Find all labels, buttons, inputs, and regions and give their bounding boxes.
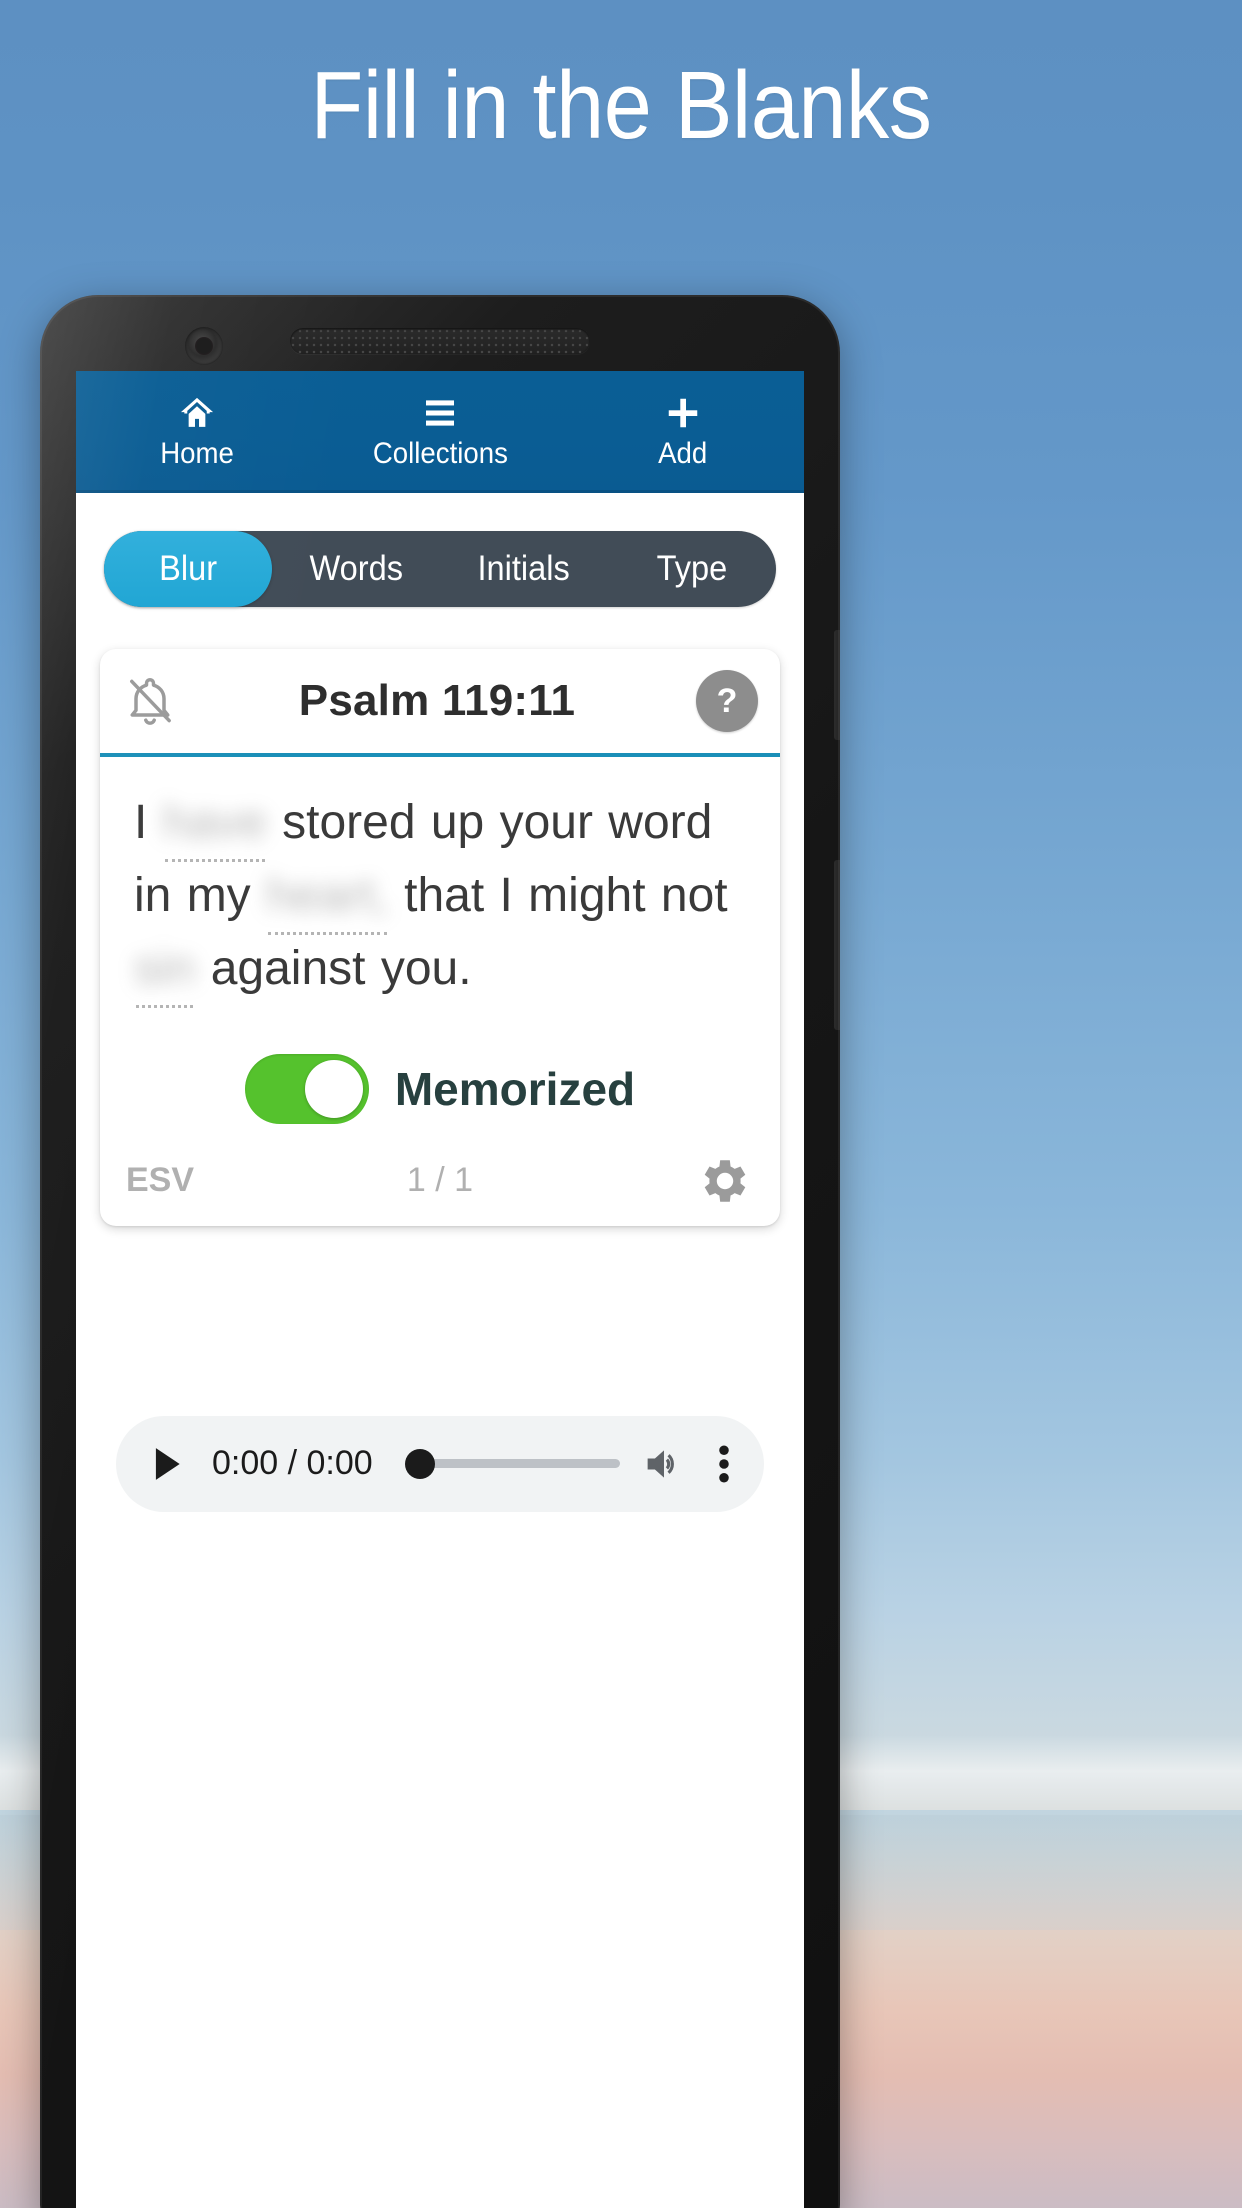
front-camera-icon xyxy=(185,327,223,365)
tab-words[interactable]: Words xyxy=(272,531,440,607)
nav-item-collections[interactable]: Collections xyxy=(319,395,562,469)
verse-card-header: Psalm 119:11 ? xyxy=(100,649,780,757)
verse-card: Psalm 119:11 ? I have stored up your wor… xyxy=(100,649,780,1226)
tab-type[interactable]: Type xyxy=(608,531,776,607)
tab-type-label: Type xyxy=(656,549,728,588)
mode-tabs: Blur Words Initials Type xyxy=(104,531,776,607)
list-icon xyxy=(423,395,457,431)
play-icon[interactable] xyxy=(144,1445,190,1483)
phone-mockup: Home Collections Add Blur Words Initials… xyxy=(40,295,840,2208)
verse-blank-1-value: have xyxy=(162,796,267,849)
audio-scrubber-thumb[interactable] xyxy=(404,1448,435,1479)
tab-words-label: Words xyxy=(309,549,403,588)
plus-icon xyxy=(665,395,701,431)
verse-segment-text: against you. xyxy=(195,941,472,995)
volume-hardware-button xyxy=(834,630,840,740)
nav-item-home-label: Home xyxy=(160,437,235,470)
audio-time-display: 0:00 / 0:00 xyxy=(212,1444,373,1483)
gear-icon[interactable] xyxy=(604,1152,754,1210)
verse-blank-1[interactable]: have xyxy=(162,787,267,862)
tab-blur-label: Blur xyxy=(159,549,217,588)
memorized-label: Memorized xyxy=(394,1062,636,1115)
verse-reference-title: Psalm 119:11 xyxy=(298,676,576,725)
verse-blank-2-value: heart, xyxy=(266,868,389,922)
memorized-row: Memorized xyxy=(100,1020,780,1154)
verse-card-container: Psalm 119:11 ? I have stored up your wor… xyxy=(76,607,804,1226)
bell-off-icon[interactable] xyxy=(122,673,178,729)
volume-icon[interactable] xyxy=(642,1444,686,1484)
home-icon xyxy=(178,395,216,431)
nav-item-add[interactable]: Add xyxy=(561,395,804,469)
verse-text[interactable]: I have stored up your word in my heart, … xyxy=(134,787,746,1008)
audio-scrubber[interactable] xyxy=(404,1444,620,1484)
verse-body: I have stored up your word in my heart, … xyxy=(100,757,780,1020)
verse-blank-3-value: sin xyxy=(134,941,196,995)
tab-initials-label: Initials xyxy=(477,549,571,588)
verse-card-footer: ESV 1 / 1 xyxy=(100,1154,780,1226)
power-hardware-button xyxy=(834,860,840,1030)
nav-item-add-label: Add xyxy=(658,437,708,470)
audio-scrubber-track xyxy=(418,1459,620,1469)
verse-segment-text: that I might not xyxy=(388,868,728,922)
page-title: Fill in the Blanks xyxy=(310,52,932,159)
verse-blank-3[interactable]: sin xyxy=(134,933,196,1008)
help-button[interactable]: ? xyxy=(696,670,758,732)
more-vertical-icon[interactable] xyxy=(708,1442,736,1486)
tab-initials[interactable]: Initials xyxy=(440,531,608,607)
verse-blank-2[interactable]: heart, xyxy=(266,860,389,935)
verse-counter: 1 / 1 xyxy=(406,1161,474,1200)
nav-item-home[interactable]: Home xyxy=(76,395,319,469)
nav-item-collections-label: Collections xyxy=(372,437,508,470)
app-navigation-bar: Home Collections Add xyxy=(76,371,804,493)
audio-player-container: 0:00 / 0:00 xyxy=(76,1226,804,1512)
tab-blur[interactable]: Blur xyxy=(104,531,272,607)
phone-screen: Home Collections Add Blur Words Initials… xyxy=(76,371,804,2208)
earpiece-speaker-icon xyxy=(290,328,590,354)
translation-label: ESV xyxy=(126,1161,195,1200)
verse-segment-text: I xyxy=(134,796,163,849)
memorized-toggle[interactable] xyxy=(244,1053,369,1124)
mode-tabs-container: Blur Words Initials Type xyxy=(76,493,804,607)
audio-player: 0:00 / 0:00 xyxy=(116,1415,764,1512)
